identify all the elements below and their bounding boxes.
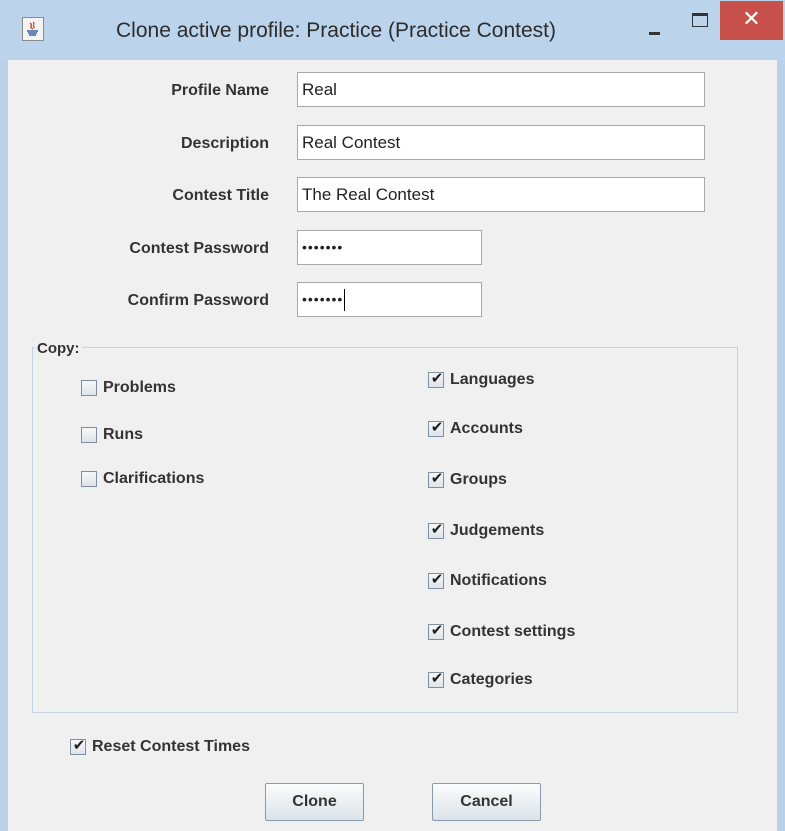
checkbox-label: Accounts (450, 420, 523, 437)
checkbox-box[interactable] (81, 471, 97, 487)
copy-group (32, 347, 738, 713)
checkbox-label: Groups (450, 471, 507, 488)
minimize-icon[interactable] (647, 24, 663, 40)
check-icon: ✔ (430, 419, 444, 436)
checkbox-label: Reset Contest Times (92, 738, 250, 755)
cancel-button[interactable]: Cancel (432, 783, 541, 821)
checkbox-label: Contest settings (450, 623, 576, 640)
checkbox-box[interactable] (81, 380, 97, 396)
check-icon: ✔ (430, 622, 444, 639)
checkbox-accounts[interactable]: ✔ Accounts (428, 418, 523, 440)
contest-password-label: Contest Password (129, 240, 269, 257)
description-input[interactable]: Real Contest (297, 125, 705, 160)
checkbox-runs[interactable]: Runs (81, 424, 143, 446)
checkbox-notifications[interactable]: ✔ Notifications (428, 570, 547, 592)
checkbox-box[interactable] (81, 427, 97, 443)
checkbox-box[interactable]: ✔ (428, 622, 444, 640)
confirm-password-label: Confirm Password (127, 292, 269, 309)
check-icon: ✔ (430, 670, 444, 687)
copy-group-title: Copy: (35, 340, 82, 358)
checkbox-label: Problems (103, 379, 176, 396)
checkbox-label: Languages (450, 371, 535, 388)
checkbox-contest-settings[interactable]: ✔ Contest settings (428, 621, 575, 643)
description-label: Description (180, 135, 269, 152)
checkbox-box[interactable]: ✔ (428, 370, 444, 388)
checkbox-clarifications[interactable]: Clarifications (81, 468, 204, 490)
checkbox-label: Clarifications (103, 470, 205, 487)
checkbox-box[interactable]: ✔ (428, 670, 444, 688)
checkbox-categories[interactable]: ✔ Categories (428, 669, 533, 691)
dialog-window: Clone active profile: Practice (Practice… (0, 0, 785, 831)
text-caret (344, 289, 346, 312)
title-bar[interactable]: Clone active profile: Practice (Practice… (0, 0, 785, 60)
checkbox-box[interactable]: ✔ (428, 571, 444, 589)
contest-password-input[interactable]: ••••••• (297, 230, 482, 265)
checkbox-box[interactable]: ✔ (70, 737, 86, 755)
clone-button[interactable]: Clone (265, 783, 364, 821)
checkbox-label: Notifications (450, 572, 547, 589)
contest-title-label: Contest Title (172, 187, 269, 204)
contest-title-input[interactable]: The Real Contest (297, 177, 705, 212)
confirm-password-value: ••••••• (302, 291, 344, 307)
profile-name-input[interactable]: Real (297, 72, 705, 107)
checkbox-label: Runs (103, 426, 143, 443)
checkbox-reset-contest-times[interactable]: ✔ Reset Contest Times (70, 736, 250, 758)
checkbox-groups[interactable]: ✔ Groups (428, 469, 507, 491)
check-icon: ✔ (430, 470, 444, 487)
checkbox-judgements[interactable]: ✔ Judgements (428, 520, 544, 542)
confirm-password-input[interactable]: ••••••• (297, 282, 482, 317)
profile-name-label: Profile Name (171, 82, 269, 99)
dialog-content: Profile Name Real Description Real Conte… (8, 60, 777, 831)
checkbox-box[interactable]: ✔ (428, 521, 444, 539)
window-title: Clone active profile: Practice (Practice… (116, 19, 557, 42)
check-icon: ✔ (430, 521, 444, 538)
java-icon (22, 17, 44, 41)
checkbox-box[interactable]: ✔ (428, 470, 444, 488)
check-icon: ✔ (72, 737, 86, 754)
check-icon: ✔ (430, 370, 444, 387)
check-icon: ✔ (430, 571, 444, 588)
checkbox-languages[interactable]: ✔ Languages (428, 369, 534, 391)
checkbox-box[interactable]: ✔ (428, 419, 444, 437)
checkbox-problems[interactable]: Problems (81, 377, 176, 399)
checkbox-label: Judgements (450, 522, 545, 539)
checkbox-label: Categories (450, 671, 533, 688)
close-icon[interactable]: ✕ (720, 1, 783, 40)
maximize-icon[interactable] (692, 13, 708, 27)
